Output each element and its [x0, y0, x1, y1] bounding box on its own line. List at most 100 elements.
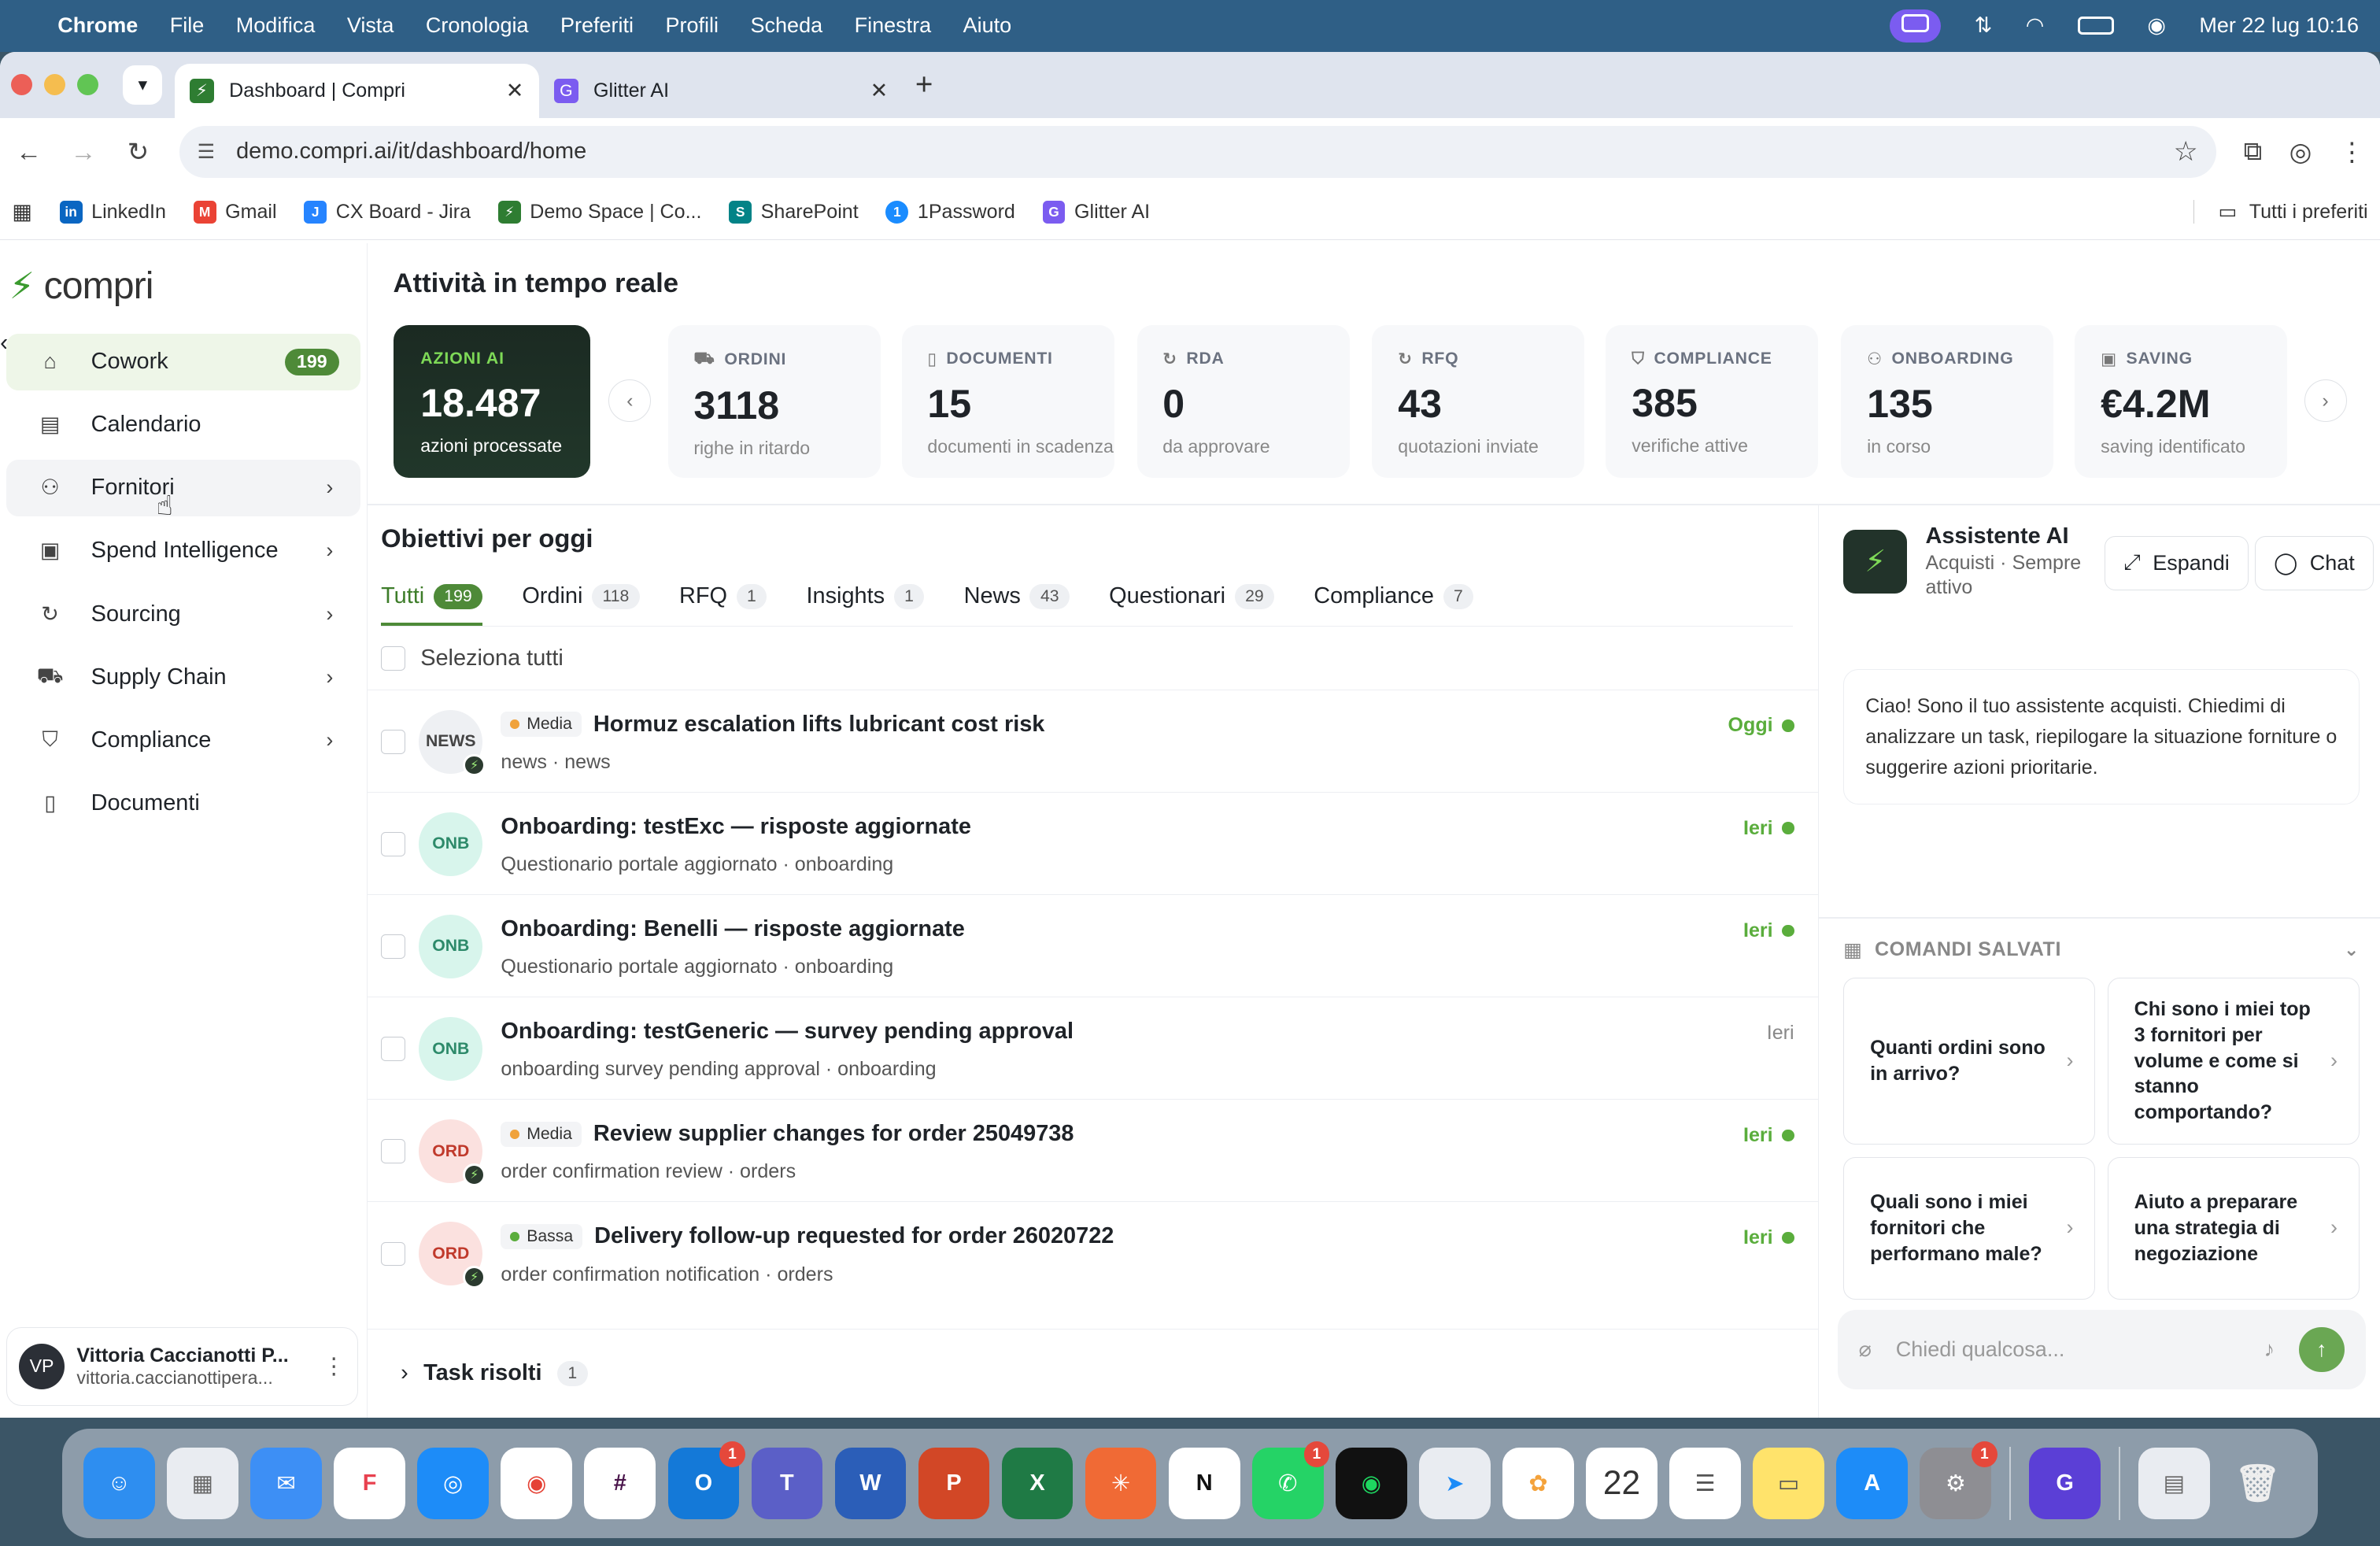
claude-icon[interactable]: ✳	[1085, 1447, 1157, 1519]
all-bookmarks[interactable]: ▭ Tutti i preferiti	[2193, 200, 2368, 224]
bookmark-gmail[interactable]: M Gmail	[193, 201, 277, 224]
chevron-down-icon[interactable]: ⌄	[2344, 939, 2360, 960]
bookmark-star-icon[interactable]: ☆	[2174, 136, 2198, 168]
select-all-checkbox[interactable]	[381, 645, 405, 671]
task-title[interactable]: Onboarding: testGeneric — survey pending…	[501, 1019, 1074, 1045]
paperclip-icon[interactable]: ⌀	[1859, 1337, 1872, 1362]
tab-glitter[interactable]: G Glitter AI ✕	[539, 64, 904, 118]
extensions-icon[interactable]: ⧉	[2244, 136, 2262, 167]
system-settings-icon[interactable]: ⚙ 1	[1920, 1441, 1998, 1519]
user-profile-card[interactable]: VP Vittoria Caccianotti P... vittoria.ca…	[6, 1326, 359, 1406]
tab-search-chevron-icon[interactable]: ▾	[123, 65, 163, 105]
reminders-icon[interactable]: ☰	[1669, 1447, 1741, 1519]
menu-cronologia[interactable]: Cronologia	[426, 13, 529, 38]
fantastical-icon[interactable]: F	[334, 1447, 405, 1519]
apps-grid-icon[interactable]: ▦	[12, 200, 32, 224]
url-text[interactable]: demo.compri.ai/it/dashboard/home	[236, 139, 586, 165]
send-arrow-icon[interactable]: ↑	[2298, 1326, 2345, 1373]
task-title[interactable]: Hormuz escalation lifts lubricant cost r…	[593, 712, 1044, 738]
task-checkbox[interactable]	[381, 1139, 405, 1164]
menu-profili[interactable]: Profili	[666, 13, 719, 38]
sidebar-item-fornitori[interactable]: ⚇ Fornitori ›	[6, 460, 361, 516]
brand-logo[interactable]: ⚡ compri	[0, 243, 367, 328]
battery-icon[interactable]	[2077, 17, 2114, 35]
whatsapp-icon[interactable]: ✆ 1	[1251, 1441, 1330, 1519]
bookmark-jira[interactable]: J CX Board - Jira	[304, 201, 471, 224]
slack-icon[interactable]: #	[584, 1447, 656, 1519]
sidebar-item-compliance[interactable]: ⛉ Compliance ›	[6, 712, 360, 767]
tab-tutti[interactable]: Tutti 199	[381, 574, 483, 626]
sidebar-item-calendario[interactable]: ▤ Calendario	[6, 397, 360, 453]
kpi-card-rfq[interactable]: ↻ RFQ 43 quotazioni inviate	[1372, 324, 1585, 479]
kpi-card-ordini[interactable]: ⛟ ORDINI 3118 righe in ritardo	[667, 324, 881, 479]
airdrop-icon[interactable]: ⇅	[1975, 13, 1993, 38]
excel-icon[interactable]: X	[1001, 1447, 1074, 1519]
menu-app-name[interactable]: Chrome	[57, 13, 138, 38]
profile-icon[interactable]: ◎	[2289, 137, 2312, 167]
reload-icon[interactable]: ↻	[124, 137, 152, 167]
menu-modifica[interactable]: Modifica	[236, 13, 316, 38]
kpi-card-compliance[interactable]: ⛉ COMPLIANCE 385 verifiche attive	[1606, 324, 1819, 479]
task-row[interactable]: ONB Onboarding: testExc — risposte aggio…	[367, 791, 1819, 894]
tab-questionari[interactable]: Questionari 29	[1109, 574, 1275, 620]
screen-share-icon[interactable]	[1889, 9, 1942, 43]
maximize-window-button[interactable]	[77, 74, 99, 96]
microphone-icon[interactable]: ♪	[2264, 1337, 2275, 1362]
expand-button[interactable]: ⤢ Espandi	[2105, 535, 2249, 591]
task-row[interactable]: ONB Onboarding: Benelli — risposte aggio…	[367, 893, 1819, 997]
menubar-clock[interactable]: Mer 22 lug 10:16	[2199, 13, 2359, 38]
bookmark-demo-space[interactable]: ⚡ Demo Space | Co...	[497, 201, 701, 224]
close-tab-icon[interactable]: ✕	[506, 79, 524, 103]
menu-scheda[interactable]: Scheda	[751, 13, 823, 38]
tab-dashboard[interactable]: ⚡ Dashboard | Compri ✕	[174, 63, 539, 119]
trash-icon[interactable]: 🗑	[2222, 1448, 2293, 1519]
spotify-icon[interactable]: ◉	[1336, 1447, 1407, 1519]
word-icon[interactable]: W	[834, 1447, 907, 1519]
task-row[interactable]: ONB Onboarding: testGeneric — survey pen…	[367, 997, 1819, 1099]
task-checkbox[interactable]	[381, 729, 405, 754]
sidebar-item-supply-chain[interactable]: ⛟ Supply Chain ›	[6, 649, 360, 705]
saved-command-card[interactable]: Chi sono i miei top 3 fornitori per volu…	[2107, 977, 2360, 1145]
maps-icon[interactable]: ➤	[1419, 1447, 1491, 1519]
kpi-card-ai-actions[interactable]: AZIONI AI 18.487 azioni processate	[393, 324, 591, 479]
task-title[interactable]: Onboarding: testExc — risposte aggiornat…	[501, 814, 971, 840]
task-title[interactable]: Delivery follow-up requested for order 2…	[594, 1223, 1114, 1249]
bookmark-1password[interactable]: 1 1Password	[885, 201, 1015, 224]
kpi-card-onboarding[interactable]: ⚇ ONBOARDING 135 in corso	[1841, 324, 2054, 479]
mail-icon[interactable]: ✉	[250, 1447, 322, 1519]
downloads-stack-icon[interactable]: ▤	[2138, 1447, 2210, 1519]
launchpad-icon[interactable]: ▦	[167, 1447, 238, 1519]
task-row[interactable]: NEWS ⚡ Media Hormuz escalation lifts lubr…	[367, 689, 1819, 792]
finder-icon[interactable]: ☺	[83, 1447, 155, 1519]
notes-icon[interactable]: ▭	[1753, 1447, 1824, 1519]
photos-icon[interactable]: ✿	[1502, 1447, 1574, 1519]
app-store-icon[interactable]: A	[1836, 1447, 1909, 1519]
task-row[interactable]: ORD ⚡ Media Review supplier changes for o…	[367, 1099, 1819, 1201]
control-center-icon[interactable]: ◉	[2147, 13, 2166, 38]
sidebar-item-cowork[interactable]: ⌂ Cowork 199	[6, 334, 361, 390]
chat-input[interactable]: Chiedi qualcosa...	[1896, 1337, 2065, 1362]
kpi-card-saving[interactable]: ▣ SAVING €4.2M saving identificato	[2075, 324, 2288, 479]
saved-command-card[interactable]: Quali sono i miei fornitori che performa…	[1843, 1156, 2096, 1300]
task-row[interactable]: ORD ⚡ Bassa Delivery follow-up requested …	[367, 1201, 1819, 1304]
bookmark-linkedin[interactable]: in LinkedIn	[59, 201, 166, 224]
teams-icon[interactable]: T	[751, 1447, 823, 1519]
select-all[interactable]: Seleziona tutti	[381, 645, 564, 671]
kpi-card-rda[interactable]: ↻ RDA 0 da approvare	[1136, 324, 1350, 479]
chat-button[interactable]: ◯ Chat	[2254, 535, 2374, 591]
sidebar-item-spend-intelligence[interactable]: ▣ Spend Intelligence ›	[6, 523, 360, 579]
wifi-icon[interactable]: ◠	[2026, 13, 2045, 38]
close-window-button[interactable]	[10, 74, 32, 96]
menu-finestra[interactable]: Finestra	[855, 13, 932, 38]
minimize-window-button[interactable]	[43, 74, 65, 96]
bookmark-sharepoint[interactable]: S SharePoint	[729, 201, 859, 224]
saved-command-card[interactable]: Quanti ordini sono in arrivo? ›	[1843, 977, 2096, 1145]
sidebar-item-sourcing[interactable]: ↻ Sourcing ›	[6, 586, 360, 642]
menu-file[interactable]: File	[170, 13, 205, 38]
menu-aiuto[interactable]: Aiuto	[963, 13, 1012, 38]
back-arrow-icon[interactable]: ←	[15, 137, 42, 167]
kpi-card-documenti[interactable]: ▯ DOCUMENTI 15 documenti in scadenza	[901, 324, 1114, 479]
tab-news[interactable]: News 43	[964, 574, 1070, 620]
menu-vista[interactable]: Vista	[347, 13, 394, 38]
forward-arrow-icon[interactable]: →	[70, 137, 98, 167]
